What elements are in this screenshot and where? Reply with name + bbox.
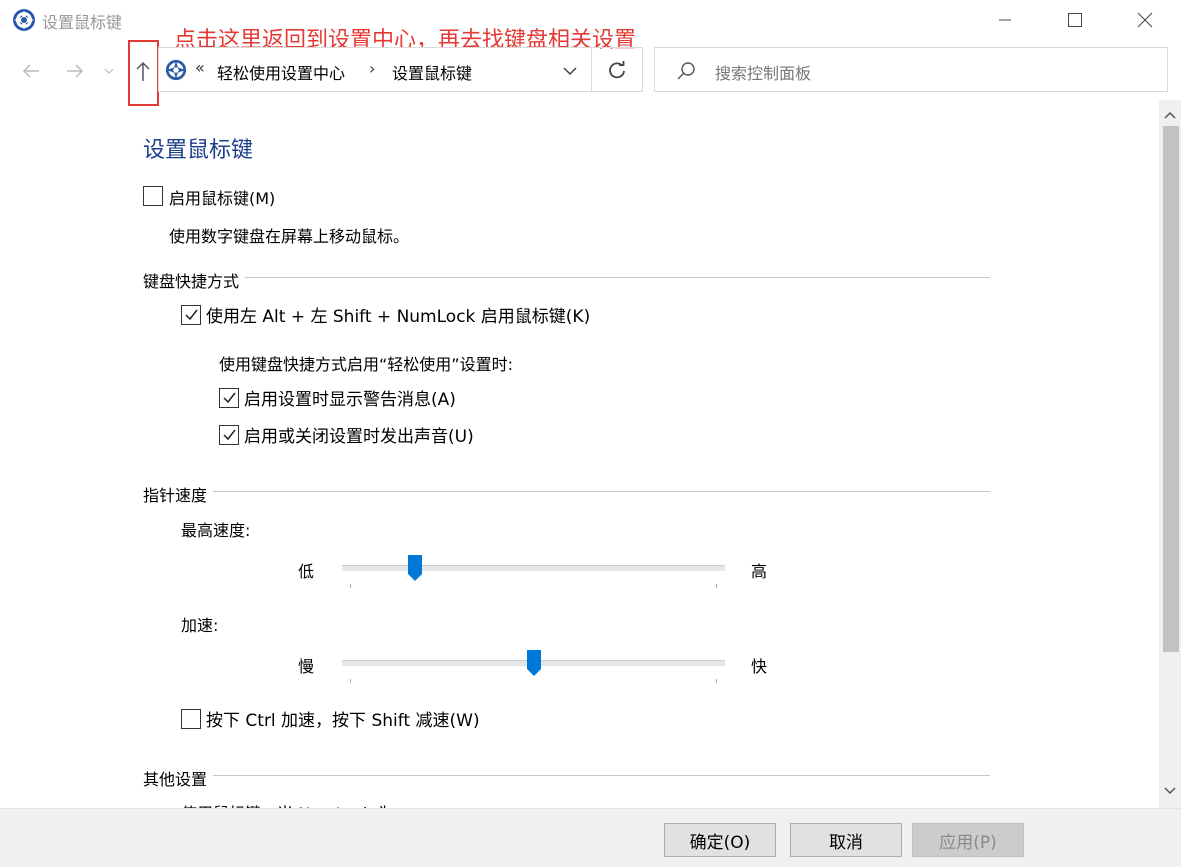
top-speed-low-label: 低: [298, 562, 315, 581]
dialog-footer: 确定(O) 取消 应用(P): [0, 808, 1181, 867]
control-panel-icon: [13, 9, 35, 31]
acceleration-slider[interactable]: [342, 647, 725, 687]
warning-message-checkbox[interactable]: [219, 388, 239, 408]
apply-button[interactable]: 应用(P): [912, 823, 1024, 857]
ctrl-shift-label[interactable]: 按下 Ctrl 加速，按下 Shift 减速(W): [206, 706, 480, 731]
ok-button[interactable]: 确定(O): [664, 823, 776, 857]
pointer-group-title: 指针速度: [143, 482, 214, 506]
other-group-divider: [143, 775, 990, 776]
navigation-bar: « 轻松使用设置中心 › 设置鼠标键 搜索控制面板: [0, 40, 1181, 106]
pointer-group-divider: [143, 491, 990, 492]
acceleration-slider-thumb[interactable]: [527, 650, 541, 676]
settings-content: 设置鼠标键 启用鼠标键(M) 使用数字键盘在屏幕上移动鼠标。 键盘快捷方式 使用…: [0, 100, 1159, 808]
breadcrumb-mousekeys[interactable]: 设置鼠标键: [392, 60, 472, 84]
other-partial-text: 使用鼠标键，当 NumLock 为: [181, 800, 393, 808]
chevron-down-icon[interactable]: [559, 60, 581, 82]
minimize-icon: [999, 19, 1011, 21]
top-speed-label: 最高速度:: [181, 521, 251, 540]
forward-arrow-icon: [67, 64, 84, 78]
sound-label[interactable]: 启用或关闭设置时发出声音(U): [244, 422, 474, 447]
scrollbar-thumb[interactable]: [1163, 126, 1179, 652]
enable-mousekeys-label[interactable]: 启用鼠标键(M): [169, 185, 275, 209]
search-input[interactable]: 搜索控制面板: [654, 47, 1168, 92]
recent-locations-button[interactable]: [99, 58, 119, 84]
top-speed-slider-thumb[interactable]: [408, 555, 422, 581]
close-button[interactable]: [1117, 0, 1173, 40]
ctrl-shift-checkbox[interactable]: [181, 709, 201, 729]
back-arrow-icon: [22, 64, 39, 78]
search-placeholder: 搜索控制面板: [715, 64, 812, 83]
enable-mousekeys-description: 使用数字键盘在屏幕上移动鼠标。: [169, 227, 410, 246]
top-speed-slider[interactable]: [342, 552, 725, 592]
up-arrow-icon: [136, 61, 150, 81]
chevron-down-icon: [104, 68, 114, 74]
cancel-button[interactable]: 取消: [790, 823, 902, 857]
slider-tick: [716, 584, 717, 588]
shortcut-label[interactable]: 使用左 Alt + 左 Shift + NumLock 启用鼠标键(K): [206, 302, 590, 327]
breadcrumb-ease-of-access[interactable]: 轻松使用设置中心: [217, 60, 345, 84]
acceleration-fast-label: 快: [751, 657, 768, 676]
slider-tick: [350, 584, 351, 588]
other-group-title: 其他设置: [143, 766, 214, 790]
up-button[interactable]: [130, 58, 156, 84]
checkmark-icon: [223, 392, 236, 404]
back-button[interactable]: [18, 58, 44, 84]
slider-tick: [716, 679, 717, 683]
breadcrumb-separator[interactable]: ›: [369, 59, 375, 78]
control-panel-icon: [165, 59, 187, 81]
slider-tick: [350, 679, 351, 683]
shortcut-checkbox[interactable]: [181, 305, 201, 325]
address-bar[interactable]: « 轻松使用设置中心 › 设置鼠标键: [158, 47, 591, 92]
acceleration-label: 加速:: [181, 616, 219, 635]
checkmark-icon: [185, 309, 198, 321]
top-speed-high-label: 高: [751, 562, 768, 581]
page-title: 设置鼠标键: [143, 138, 254, 163]
top-speed-slider-track: [342, 565, 725, 571]
chevron-up-icon: [1164, 111, 1176, 119]
window-title: 设置鼠标键: [42, 13, 123, 32]
warning-message-label[interactable]: 启用设置时显示警告消息(A): [244, 385, 456, 410]
checkmark-icon: [223, 429, 236, 441]
forward-button[interactable]: [62, 58, 88, 84]
refresh-icon: [609, 60, 625, 78]
mousekeys-window: 设置鼠标键 点击这里返回到设置中心，再去找键盘相关设置 « 轻松使用设置中心 ›…: [0, 0, 1181, 867]
shortcut-group-title: 键盘快捷方式: [143, 268, 246, 292]
refresh-button[interactable]: [591, 47, 643, 92]
breadcrumb-overflow[interactable]: «: [195, 58, 205, 77]
scroll-up-button[interactable]: [1159, 106, 1181, 124]
shortcut-group-divider: [143, 277, 990, 278]
minimize-button[interactable]: [977, 0, 1033, 40]
maximize-icon: [1068, 13, 1082, 27]
vertical-scrollbar[interactable]: [1159, 100, 1181, 808]
shortcut-sub-intro: 使用键盘快捷方式启用“轻松使用”设置时:: [219, 355, 513, 374]
chevron-down-icon: [1164, 787, 1176, 795]
close-icon: [1137, 12, 1153, 28]
maximize-button[interactable]: [1047, 0, 1103, 40]
sound-checkbox[interactable]: [219, 425, 239, 445]
search-icon: [677, 62, 695, 80]
acceleration-slow-label: 慢: [298, 657, 315, 676]
enable-mousekeys-checkbox[interactable]: [143, 186, 163, 206]
scroll-down-button[interactable]: [1159, 782, 1181, 800]
